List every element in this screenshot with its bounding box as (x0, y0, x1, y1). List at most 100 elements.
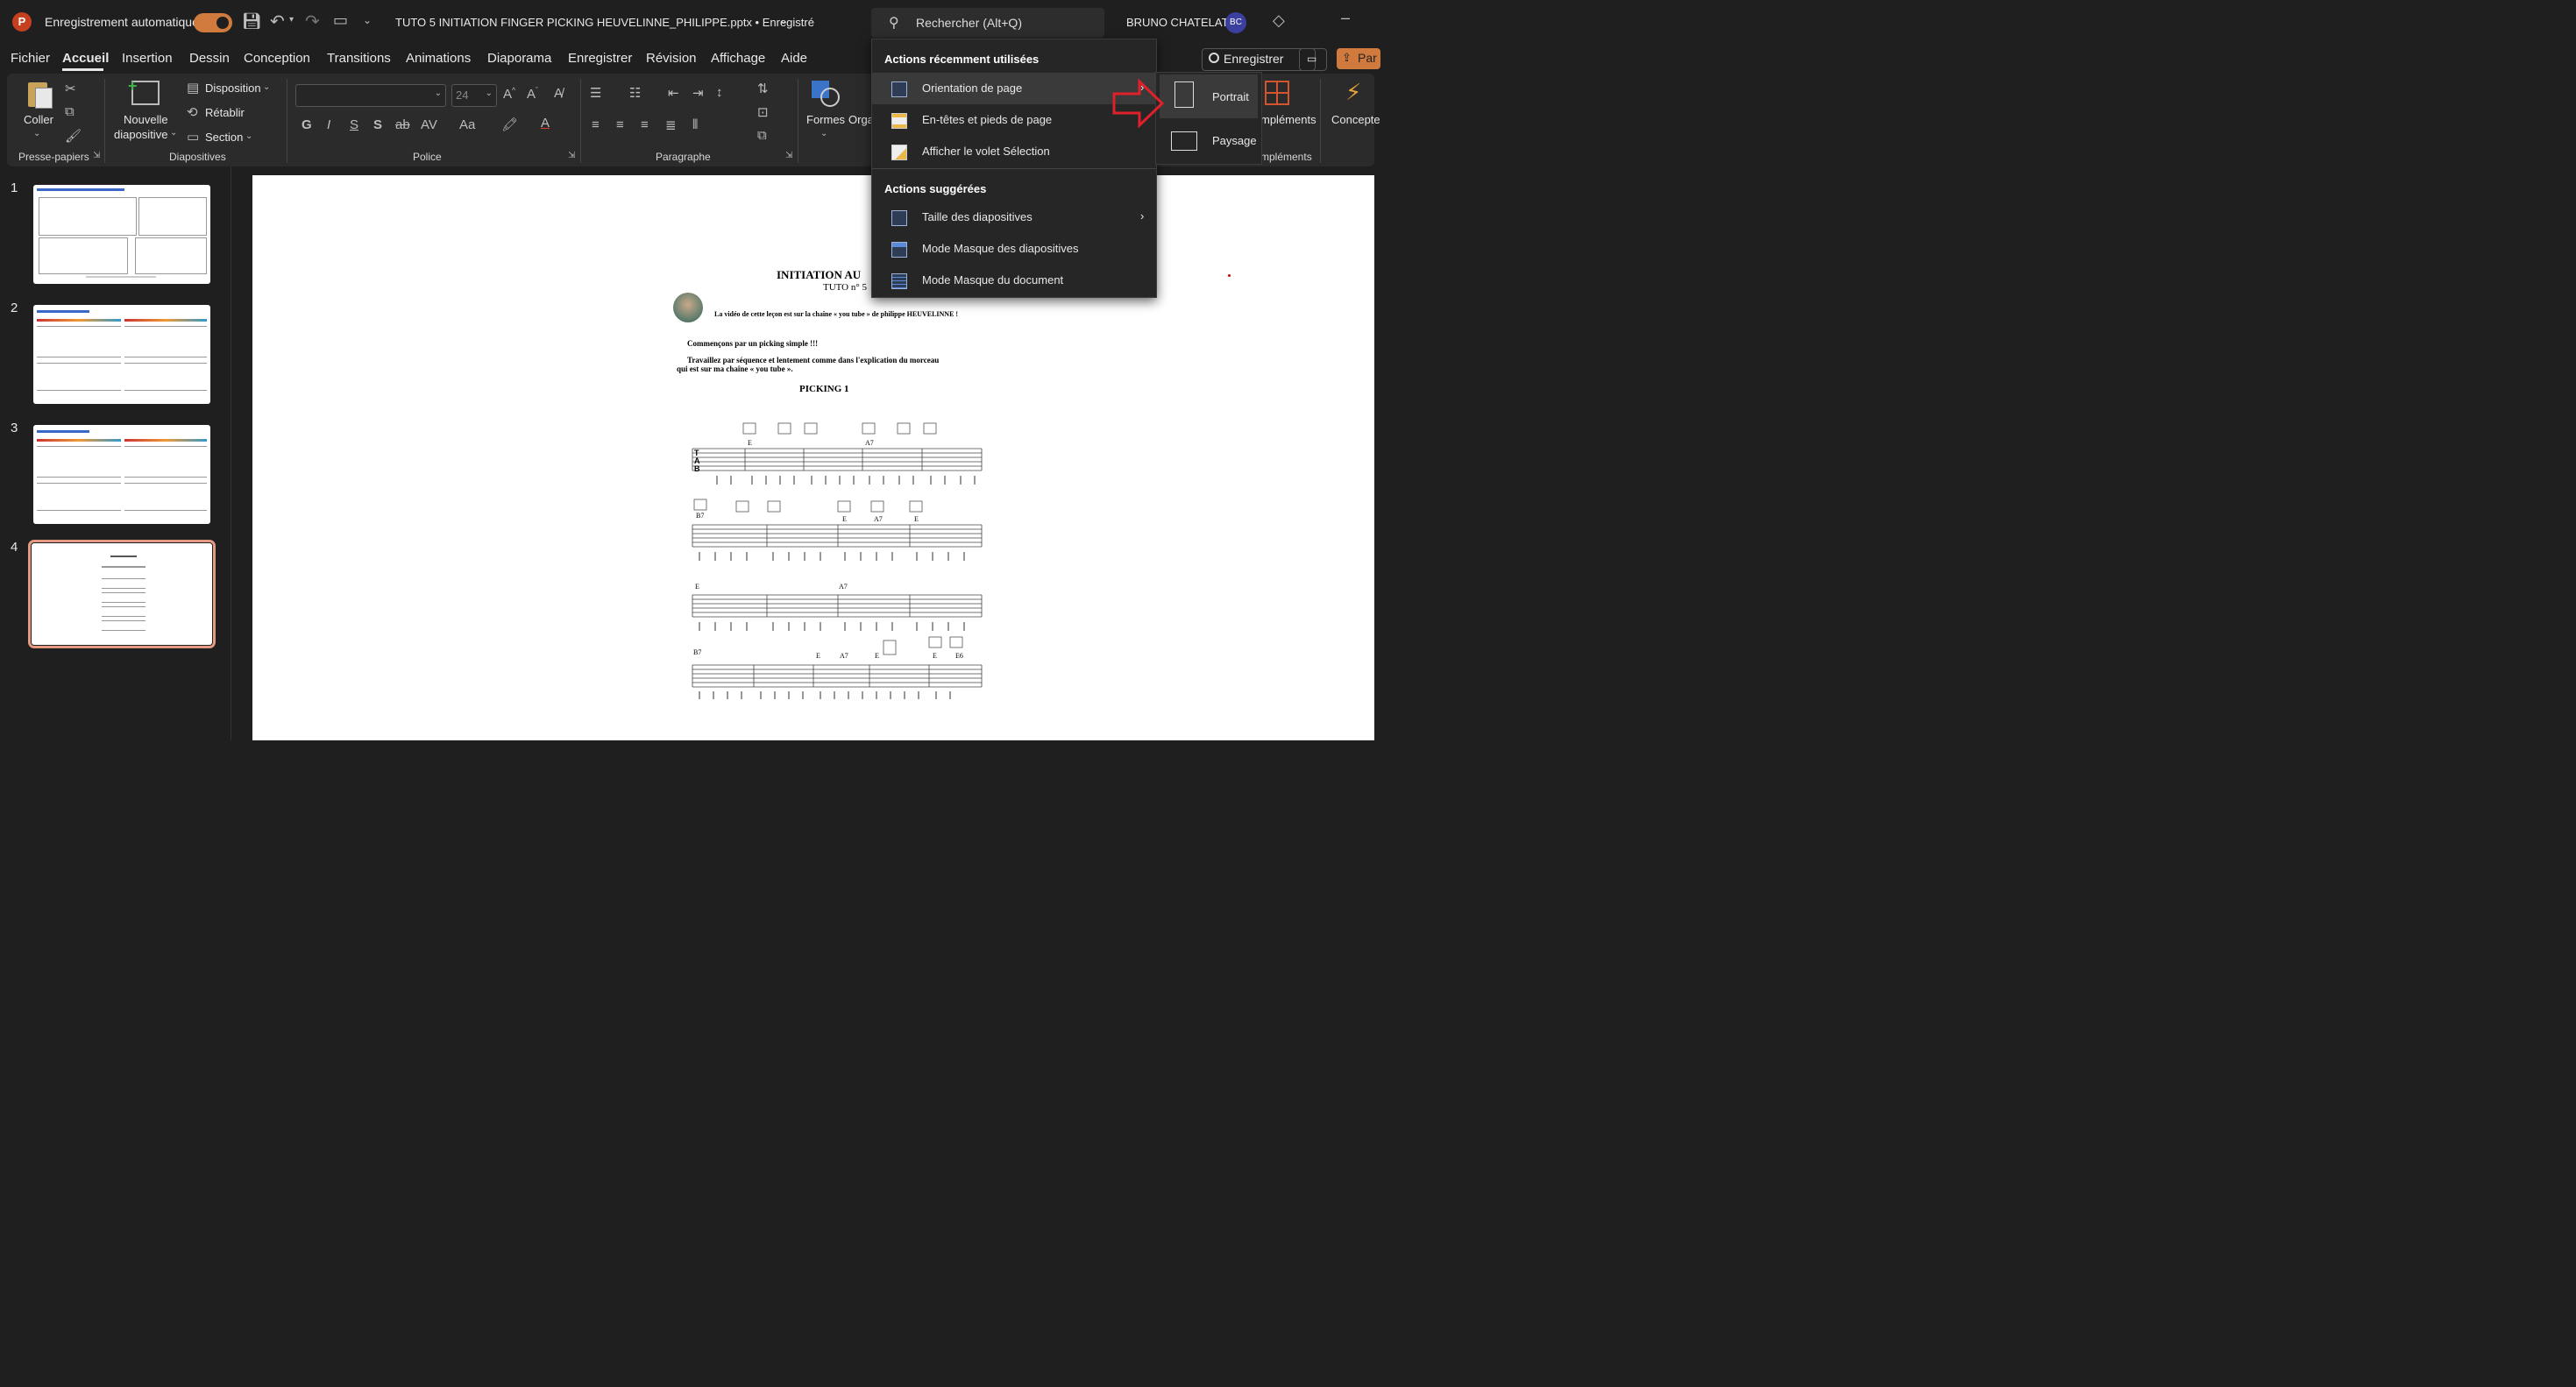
menu-item-portrait[interactable]: Portrait (1160, 74, 1258, 118)
align-left-icon[interactable]: ≡ (592, 117, 600, 132)
text-direction-icon[interactable]: ⇅ (757, 81, 769, 96)
save-icon[interactable]: 💾︎ (242, 12, 262, 31)
shadow-icon[interactable]: S (373, 117, 382, 132)
menu-item-landscape[interactable]: Paysage (1160, 120, 1258, 162)
columns-icon[interactable]: ⫴ (692, 117, 698, 132)
tab-fichier[interactable]: Fichier (11, 51, 50, 66)
smartart-icon[interactable]: ⧉ (757, 128, 767, 143)
paste-icon[interactable] (26, 79, 53, 109)
shapes-icon[interactable] (810, 81, 841, 109)
search-input[interactable]: Rechercher (Alt+Q) (916, 16, 1022, 30)
section-icon[interactable]: ▭ (187, 129, 199, 145)
tab-affichage[interactable]: Affichage (711, 51, 765, 66)
char-spacing-icon[interactable]: AV (421, 117, 437, 132)
justify-icon[interactable]: ≣ (665, 117, 677, 133)
bold-icon[interactable]: G (302, 117, 312, 132)
paste-label[interactable]: Coller (24, 113, 53, 126)
align-center-icon[interactable]: ≡ (616, 117, 624, 132)
section-button[interactable]: Section (205, 131, 243, 144)
format-painter-icon[interactable]: 🖌︎ (65, 128, 82, 144)
font-name-dropdown[interactable]: ⌄ (295, 84, 446, 107)
shrink-font-icon[interactable]: Aˇ (527, 86, 538, 102)
clipboard-launcher-icon[interactable]: ⇲ (93, 151, 100, 160)
autosave-toggle[interactable] (194, 13, 232, 32)
tab-animations[interactable]: Animations (406, 51, 471, 66)
increase-indent-icon[interactable]: ⇥ (692, 85, 704, 101)
customize-toolbar-icon[interactable]: ⌄ (363, 14, 372, 26)
tab-aide[interactable]: Aide (781, 51, 807, 66)
reset-button[interactable]: Rétablir (205, 106, 245, 119)
new-slide-icon[interactable]: + (128, 77, 160, 105)
search-box[interactable]: ⚲ Rechercher (Alt+Q) (871, 8, 1104, 38)
title-chevron-icon[interactable]: ⌄ (779, 14, 788, 26)
bullets-icon[interactable]: ☰ (590, 85, 601, 101)
layout-icon[interactable]: ▤ (187, 80, 199, 96)
addins-label[interactable]: mpléments (1260, 113, 1316, 126)
menu-item-handout-master[interactable]: Mode Masque du document (872, 265, 1156, 296)
slide-thumbnail-3[interactable] (33, 425, 210, 524)
arrange-label[interactable]: Orga (848, 113, 874, 126)
document-title[interactable]: TUTO 5 INITIATION FINGER PICKING HEUVELI… (395, 16, 814, 29)
menu-item-selection-pane[interactable]: Afficher le volet Sélection (872, 136, 1156, 167)
undo-dropdown-icon[interactable]: ▾ (289, 15, 294, 25)
minimize-icon[interactable]: – (1341, 9, 1350, 27)
highlight-icon[interactable]: 🖍︎ (501, 117, 518, 132)
new-slide-dropdown-icon[interactable]: ⌄ (170, 128, 177, 138)
copy-icon[interactable]: ⧉ (65, 104, 75, 119)
paragraph-launcher-icon[interactable]: ⇲ (785, 151, 792, 160)
slide-thumbnail-2[interactable] (33, 305, 210, 404)
decrease-indent-icon[interactable]: ⇤ (668, 85, 679, 101)
tab-dessin[interactable]: Dessin (189, 51, 230, 66)
numbering-icon[interactable]: ☷ (629, 85, 641, 101)
section-dropdown-icon[interactable]: ⌄ (245, 131, 252, 141)
addins-icon[interactable] (1265, 81, 1289, 105)
menu-item-slide-master[interactable]: Mode Masque des diapositives (872, 233, 1156, 265)
share-button[interactable]: ⇪ Par (1337, 48, 1380, 69)
redo-icon[interactable]: ↷ (305, 11, 320, 32)
paste-dropdown-icon[interactable]: ⌄ (33, 129, 40, 138)
slide-thumbnail-1[interactable] (33, 185, 210, 284)
new-slide-label-2[interactable]: diapositive (114, 128, 167, 141)
user-name[interactable]: BRUNO CHATELAT (1126, 16, 1229, 29)
slide-thumbnail-4[interactable] (28, 540, 216, 648)
avatar[interactable]: BC (1225, 12, 1246, 33)
shapes-label[interactable]: Formes (806, 113, 845, 126)
designer-label[interactable]: Concepte (1331, 113, 1380, 126)
change-case-icon[interactable]: Aa (459, 117, 475, 132)
tab-transitions[interactable]: Transitions (327, 51, 391, 66)
grow-font-icon[interactable]: A^ (503, 86, 515, 102)
shapes-dropdown-icon[interactable]: ⌄ (820, 129, 827, 138)
align-text-icon[interactable]: ⊡ (757, 104, 769, 120)
addins-group-label: mpléments (1260, 151, 1312, 163)
tab-diaporama[interactable]: Diaporama (487, 51, 551, 66)
new-slide-label[interactable]: Nouvelle (124, 113, 168, 126)
tab-insertion[interactable]: Insertion (122, 51, 173, 66)
divider (872, 168, 1156, 169)
italic-icon[interactable]: I (327, 117, 330, 132)
line-spacing-icon[interactable]: ↕ (716, 85, 723, 100)
tab-accueil[interactable]: Accueil (62, 51, 109, 66)
font-launcher-icon[interactable]: ⇲ (568, 151, 575, 160)
present-icon[interactable]: ▭ (333, 11, 348, 30)
designer-icon[interactable]: ⚡ (1345, 79, 1361, 106)
strikethrough-icon[interactable]: ab (395, 117, 410, 132)
cut-icon[interactable]: ✂ (65, 81, 76, 96)
font-size-dropdown[interactable]: 24 ⌄ (451, 84, 497, 107)
underline-icon[interactable]: S (350, 117, 358, 132)
premium-diamond-icon[interactable]: ◇ (1273, 11, 1285, 30)
clear-formatting-icon[interactable]: A̸ (554, 86, 563, 101)
chevron-down-icon: ⌄ (434, 88, 442, 98)
slide-canvas[interactable]: INITIATION AU TUTO n° 5 La vidéo de cett… (252, 175, 1374, 740)
reset-icon[interactable]: ⟲ (187, 104, 198, 120)
tab-enregistrer[interactable]: Enregistrer (568, 51, 632, 66)
undo-icon[interactable]: ↶ (270, 11, 285, 32)
layout-button[interactable]: Disposition (205, 81, 261, 95)
comments-button[interactable]: ▭ (1299, 48, 1327, 71)
layout-dropdown-icon[interactable]: ⌄ (263, 82, 270, 92)
tab-conception[interactable]: Conception (244, 51, 310, 66)
tab-revision[interactable]: Révision (646, 51, 697, 66)
chord-label: E (748, 439, 752, 447)
menu-item-slide-size[interactable]: Taille des diapositives › (872, 202, 1156, 233)
align-right-icon[interactable]: ≡ (641, 117, 649, 132)
font-color-icon[interactable]: A (541, 116, 550, 131)
